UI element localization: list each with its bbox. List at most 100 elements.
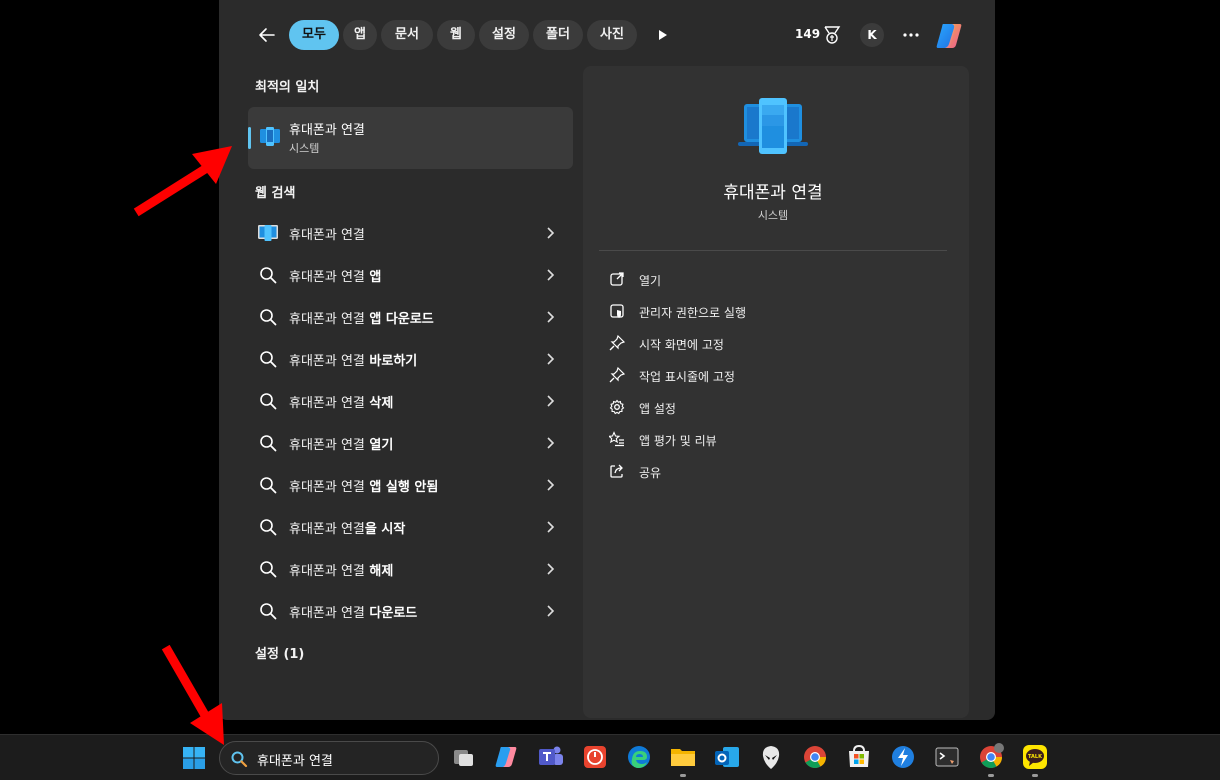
- phone-link-icon: [260, 127, 280, 146]
- web-result-text: 휴대폰과 연결: [289, 228, 365, 243]
- search-icon: [260, 393, 277, 410]
- web-result-text: 휴대폰과 연결 다운로드: [289, 606, 418, 621]
- kakaotalk-logo: TALK: [1023, 745, 1047, 769]
- share-icon: [610, 464, 623, 478]
- medal-icon: [824, 26, 841, 44]
- chevron-right-icon: [547, 479, 555, 491]
- web-result-text: 휴대폰과 연결 삭제: [289, 396, 394, 411]
- tab-documents[interactable]: 문서: [381, 20, 433, 50]
- taskbar-search-box[interactable]: 휴대폰과 연결: [219, 741, 439, 775]
- action-run-as-admin[interactable]: 관리자 권한으로 실행: [609, 298, 939, 326]
- action-pin-start[interactable]: 시작 화면에 고정: [609, 330, 939, 358]
- web-result-row[interactable]: 휴대폰과 연결 삭제: [248, 380, 573, 420]
- web-result-text: 휴대폰과 연결 앱 다운로드: [289, 312, 434, 327]
- web-result-text: 휴대폰과 연결 바로하기: [289, 354, 418, 369]
- taskbar-search-text: 휴대폰과 연결: [257, 754, 333, 769]
- tab-apps[interactable]: 앱: [343, 20, 377, 50]
- file-explorer-icon[interactable]: [668, 742, 698, 772]
- action-share[interactable]: 공유: [609, 458, 939, 486]
- search-icon: [260, 267, 277, 284]
- running-indicator: [1032, 774, 1038, 777]
- action-rate-review[interactable]: 앱 평가 및 리뷰: [609, 426, 939, 454]
- details-pane: 휴대폰과 연결 시스템 열기 관리자 권한으로 실행 시작 화면에 고정 작업 …: [583, 66, 969, 718]
- action-label: 작업 표시줄에 고정: [639, 370, 735, 384]
- tab-all[interactable]: 모두: [289, 20, 339, 50]
- web-result-row[interactable]: 휴대폰과 연결 다운로드: [248, 590, 573, 630]
- chevron-right-icon: [547, 353, 555, 365]
- search-panel: 모두 앱 문서 웹 설정 폴더 사진 149 K 최적의 일치 휴대폰과 연결 …: [219, 0, 995, 720]
- web-search-heading: 웹 검색: [255, 186, 296, 201]
- pin-icon: [609, 367, 625, 383]
- web-result-row[interactable]: 휴대폰과 연결을 시작: [248, 506, 573, 546]
- tab-settings[interactable]: 설정: [479, 20, 529, 50]
- outlook-icon[interactable]: [712, 742, 742, 772]
- chevron-right-icon: [547, 605, 555, 617]
- best-match-heading: 최적의 일치: [255, 80, 320, 95]
- running-indicator: [680, 774, 686, 777]
- arrow-left-icon: [259, 28, 275, 42]
- action-label: 공유: [639, 466, 662, 480]
- red-arrow-annotation: [161, 645, 224, 745]
- shield-run-icon: [610, 304, 624, 318]
- account-avatar[interactable]: K: [860, 23, 884, 47]
- copilot-button[interactable]: [933, 20, 965, 52]
- rewards-points: 149: [795, 27, 821, 41]
- web-result-row[interactable]: 휴대폰과 연결 앱 실행 안됨: [248, 464, 573, 504]
- back-button[interactable]: [253, 21, 281, 49]
- more-filters-button[interactable]: [653, 26, 671, 44]
- best-match-name: 휴대폰과 연결: [289, 123, 365, 138]
- action-label: 시작 화면에 고정: [639, 338, 724, 352]
- web-result-row[interactable]: 휴대폰과 연결: [248, 212, 573, 252]
- phone-link-icon: [738, 98, 808, 154]
- action-label: 앱 평가 및 리뷰: [639, 434, 717, 448]
- best-match-result[interactable]: 휴대폰과 연결 시스템: [248, 107, 573, 169]
- task-view-icon[interactable]: [448, 742, 478, 772]
- web-result-row[interactable]: 휴대폰과 연결 열기: [248, 422, 573, 462]
- web-result-row[interactable]: 휴대폰과 연결 바로하기: [248, 338, 573, 378]
- power-app-icon[interactable]: [580, 742, 610, 772]
- phone-link-icon: [258, 225, 278, 241]
- chrome-profile-icon[interactable]: [976, 742, 1006, 772]
- open-external-icon: [610, 272, 624, 286]
- bolt-app-icon[interactable]: [888, 742, 918, 772]
- action-open[interactable]: 열기: [609, 266, 939, 294]
- search-icon: [260, 351, 277, 368]
- web-result-text: 휴대폰과 연결 열기: [289, 438, 394, 453]
- chevron-right-icon: [547, 227, 555, 239]
- action-app-settings[interactable]: 앱 설정: [609, 394, 939, 422]
- teams-icon[interactable]: [536, 742, 566, 772]
- action-label: 관리자 권한으로 실행: [639, 306, 746, 320]
- action-label: 앱 설정: [639, 402, 676, 416]
- web-result-row[interactable]: 휴대폰과 연결 앱: [248, 254, 573, 294]
- web-result-row[interactable]: 휴대폰과 연결 해제: [248, 548, 573, 588]
- search-icon: [260, 477, 277, 494]
- web-result-text: 휴대폰과 연결 앱 실행 안됨: [289, 480, 439, 495]
- rewards-button[interactable]: [823, 25, 841, 45]
- action-pin-taskbar[interactable]: 작업 표시줄에 고정: [609, 362, 939, 390]
- microsoft-store-icon[interactable]: [844, 742, 874, 772]
- selection-indicator: [248, 127, 251, 149]
- chevron-right-icon: [547, 437, 555, 449]
- running-indicator: [988, 774, 994, 777]
- web-result-row[interactable]: 휴대폰과 연결 앱 다운로드: [248, 296, 573, 336]
- more-options-button[interactable]: [899, 23, 923, 47]
- filter-bar: 모두 앱 문서 웹 설정 폴더 사진 149 K: [219, 18, 995, 52]
- kakaotalk-label: TALK: [1028, 754, 1043, 760]
- search-icon: [260, 561, 277, 578]
- edge-icon[interactable]: [624, 742, 654, 772]
- pin-icon: [609, 335, 625, 351]
- copilot-icon[interactable]: [492, 742, 522, 772]
- web-result-text: 휴대폰과 연결 앱: [289, 270, 382, 285]
- tab-web[interactable]: 웹: [437, 20, 475, 50]
- tab-photos[interactable]: 사진: [587, 20, 637, 50]
- chevron-right-icon: [547, 269, 555, 281]
- chrome-icon[interactable]: [800, 742, 830, 772]
- web-result-text: 휴대폰과 연결을 시작: [289, 522, 406, 537]
- alienware-icon[interactable]: [756, 742, 786, 772]
- settings-section-heading[interactable]: 설정 (1): [255, 643, 304, 662]
- tab-folders[interactable]: 폴더: [533, 20, 583, 50]
- star-list-icon: [609, 431, 624, 447]
- kakaotalk-icon[interactable]: TALK: [1020, 742, 1050, 772]
- terminal-icon[interactable]: [932, 742, 962, 772]
- action-label: 열기: [639, 274, 662, 288]
